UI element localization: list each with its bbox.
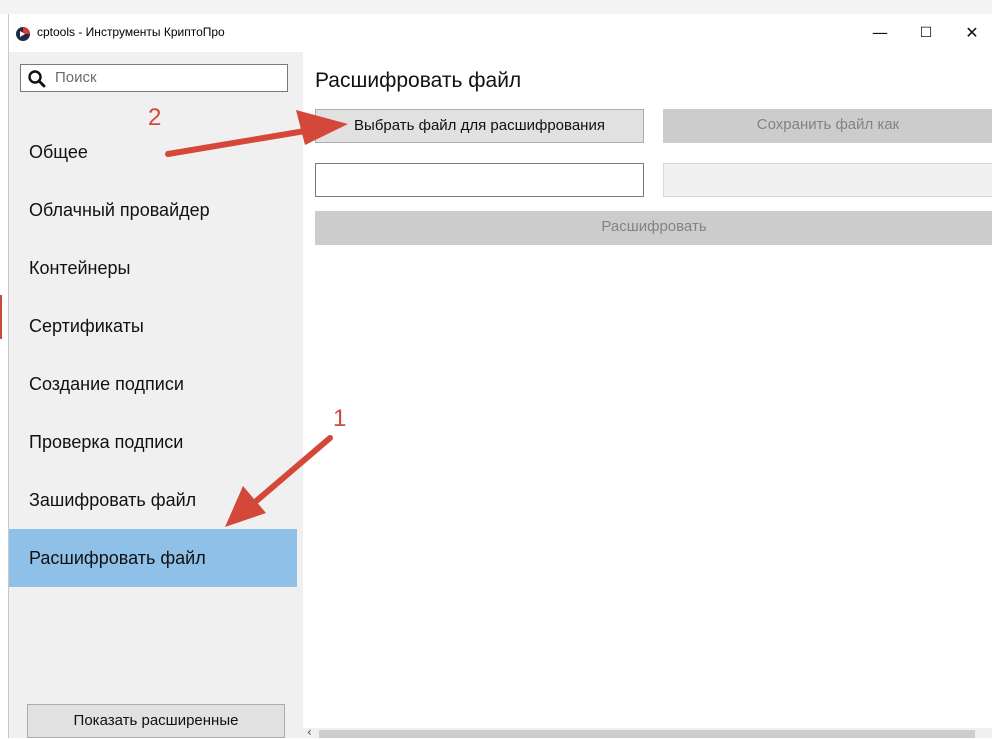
sidebar-item-label: Зашифровать файл: [29, 490, 197, 510]
sidebar-item-decrypt-file[interactable]: Расшифровать файл: [9, 529, 297, 587]
page-title: Расшифровать файл: [315, 69, 522, 92]
sidebar-item-label: Облачный провайдер: [29, 200, 210, 220]
sidebar-item-encrypt-file[interactable]: Зашифровать файл: [9, 471, 297, 529]
cryptopro-icon: [16, 27, 30, 41]
sidebar-item-cloud-provider[interactable]: Облачный провайдер: [9, 181, 297, 239]
search-icon: [28, 70, 46, 88]
search-input[interactable]: Поиск: [20, 64, 288, 92]
sidebar-item-certificates[interactable]: Сертификаты: [9, 297, 297, 355]
maximize-button[interactable]: ☐: [903, 14, 949, 52]
save-file-as-button[interactable]: Сохранить файл как: [663, 109, 992, 143]
annotation-step-2: 2: [148, 104, 162, 131]
background-edge-mark: [0, 295, 2, 339]
sidebar-item-label: Общее: [29, 142, 88, 162]
input-file-field[interactable]: [315, 163, 644, 197]
search-placeholder: Поиск: [55, 69, 97, 86]
sidebar-item-label: Проверка подписи: [29, 432, 184, 452]
sidebar-item-label: Сертификаты: [29, 316, 144, 336]
choose-file-button[interactable]: Выбрать файл для расшифрования: [315, 109, 644, 143]
sidebar-item-label: Контейнеры: [29, 258, 131, 278]
sidebar-item-verify-signature[interactable]: Проверка подписи: [9, 413, 297, 471]
sidebar-item-containers[interactable]: Контейнеры: [9, 239, 297, 297]
output-file-field[interactable]: [663, 163, 992, 197]
background-strip: [0, 0, 992, 14]
sidebar-item-label: Расшифровать файл: [29, 548, 206, 568]
horizontal-scrollbar[interactable]: ‹: [303, 725, 992, 739]
decrypt-button[interactable]: Расшифровать: [315, 211, 992, 245]
show-advanced-button[interactable]: Показать расширенные: [27, 704, 285, 738]
scrollbar-thumb[interactable]: [319, 730, 975, 738]
title-bar: cptools - Инструменты КриптоПро — ☐ ✕: [9, 14, 992, 52]
scroll-left-icon[interactable]: ‹: [307, 725, 312, 739]
annotation-step-1: 1: [333, 405, 347, 432]
sidebar: Поиск Общее Облачный провайдер Контейнер…: [9, 52, 303, 738]
sidebar-item-label: Создание подписи: [29, 374, 184, 394]
sidebar-item-create-signature[interactable]: Создание подписи: [9, 355, 297, 413]
close-button[interactable]: ✕: [949, 14, 992, 52]
minimize-button[interactable]: —: [857, 14, 903, 52]
main-panel: Расшифровать файл Выбрать файл для расши…: [303, 52, 992, 739]
window-title: cptools - Инструменты КриптоПро: [37, 25, 225, 39]
